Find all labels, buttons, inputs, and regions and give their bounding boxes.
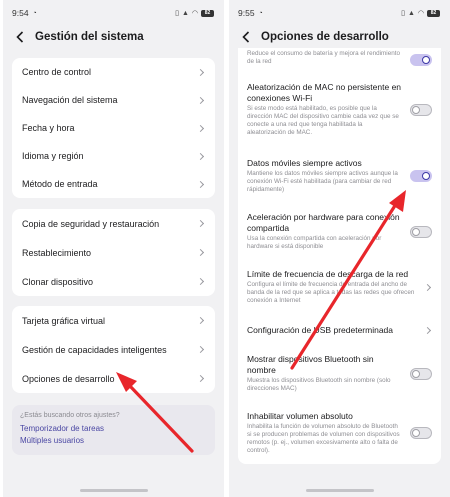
chevron-right-icon (196, 96, 205, 104)
toggle-switch[interactable] (410, 427, 432, 439)
chevron-right-icon (196, 374, 205, 383)
toggle-knob (412, 105, 420, 114)
chevron-right-icon (196, 345, 205, 354)
wifi-icon: ◠ (191, 10, 198, 17)
suggestion-question: ¿Estás buscando otros ajustes? (20, 412, 120, 419)
wifi-icon: ◔ (258, 9, 263, 17)
page-title: Gestión del sistema (35, 31, 144, 43)
home-indicator[interactable] (305, 489, 374, 492)
signal-icon: ▲ (407, 9, 415, 17)
left-phone-screen: 9:54 ◔ ▯ ▲ ◠ 82 Gestión del sistema Cent… (3, 0, 224, 497)
chevron-right-icon (196, 124, 205, 132)
settings-item-metodo-de-entrada[interactable]: Método de entrada (12, 170, 215, 198)
toggle-knob (422, 171, 430, 180)
setting-mac-randomization[interactable]: Aleatorización de MAC no persistente en … (238, 72, 441, 147)
settings-item-clonar-dispositivo[interactable]: Clonar dispositivo (12, 267, 215, 296)
wifi-icon: ◔ (32, 9, 37, 17)
settings-item-restablecimiento[interactable]: Restablecimiento (12, 238, 215, 267)
chevron-right-icon (196, 180, 205, 188)
vibrate-icon: ▯ (401, 10, 405, 17)
chevron-right-icon (196, 248, 205, 257)
developer-options-list: Reduce el consumo de batería y mejora el… (238, 48, 441, 464)
toggle-switch[interactable] (410, 225, 432, 238)
back-arrow-icon[interactable] (14, 30, 26, 44)
app-bar: Opciones de desarrollo (229, 26, 450, 48)
chevron-right-icon (423, 283, 432, 291)
chevron-right-icon (423, 326, 432, 334)
settings-item-gestion-de-capacidades[interactable]: Gestión de capacidades inteligentes (12, 335, 215, 364)
toggle-switch[interactable] (410, 54, 432, 66)
toggle-knob (412, 429, 420, 437)
wifi-icon: ◠ (417, 10, 424, 17)
setting-battery-network[interactable]: Reduce el consumo de batería y mejora el… (238, 48, 441, 72)
chevron-right-icon (196, 68, 205, 76)
status-time: 9:55 (238, 8, 255, 18)
settings-group-3: Tarjeta gráfica virtual Gestión de capac… (12, 306, 215, 393)
settings-item-opciones-de-desarrollo[interactable]: Opciones de desarrollo (12, 364, 215, 393)
toggle-switch[interactable] (410, 169, 432, 182)
settings-group-2: Copia de seguridad y restauración Restab… (12, 209, 215, 296)
setting-default-usb-configuration[interactable]: Configuración de USB predeterminada (238, 315, 441, 345)
settings-item-idioma-y-region[interactable]: Idioma y región (12, 142, 215, 170)
setting-mobile-data-always-active[interactable]: Datos móviles siempre activos Mantiene l… (238, 147, 441, 204)
page-title: Opciones de desarrollo (261, 31, 389, 43)
settings-item-copia-de-seguridad[interactable]: Copia de seguridad y restauración (12, 209, 215, 238)
chevron-right-icon (196, 316, 205, 325)
chevron-right-icon (196, 219, 205, 228)
battery-icon: 82 (427, 9, 440, 17)
suggestion-box: ¿Estás buscando otros ajustes? Temporiza… (12, 405, 215, 455)
chevron-right-icon (196, 277, 205, 286)
settings-item-tarjeta-grafica-virtual[interactable]: Tarjeta gráfica virtual (12, 306, 215, 335)
link-temporizador-de-tareas[interactable]: Temporizador de tareas (20, 423, 207, 435)
setting-hardware-tethering-acceleration[interactable]: Aceleración por hardware para conexión c… (238, 204, 441, 259)
settings-item-centro-de-control[interactable]: Centro de control (12, 58, 215, 86)
toggle-knob (412, 227, 420, 236)
settings-item-navegacion-del-sistema[interactable]: Navegación del sistema (12, 86, 215, 114)
setting-show-unnamed-bluetooth-devices[interactable]: Mostrar dispositivos Bluetooth sin nombr… (238, 345, 441, 402)
setting-network-download-rate-limit[interactable]: Límite de frecuencia de descarga de la r… (238, 259, 441, 315)
battery-icon: 82 (201, 9, 214, 17)
right-phone-screen: 9:55 ◔ ▯ ▲ ◠ 82 Opciones de desarrollo R… (229, 0, 450, 497)
app-bar: Gestión del sistema (3, 26, 224, 48)
signal-icon: ▲ (181, 9, 189, 17)
toggle-switch[interactable] (410, 103, 432, 116)
toggle-knob (412, 369, 420, 378)
status-bar: 9:55 ◔ ▯ ▲ ◠ 82 (229, 0, 450, 26)
settings-group-1: Centro de control Navegación del sistema… (12, 58, 215, 198)
chevron-right-icon (196, 152, 205, 160)
toggle-knob (422, 56, 430, 64)
setting-disable-absolute-volume[interactable]: Inhabilitar volumen absoluto Inhabilita … (238, 402, 441, 464)
vibrate-icon: ▯ (175, 10, 179, 17)
toggle-switch[interactable] (410, 367, 432, 380)
status-bar: 9:54 ◔ ▯ ▲ ◠ 82 (3, 0, 224, 26)
back-arrow-icon[interactable] (240, 30, 252, 44)
settings-item-fecha-y-hora[interactable]: Fecha y hora (12, 114, 215, 142)
link-multiples-usuarios[interactable]: Múltiples usuarios (20, 435, 207, 447)
home-indicator[interactable] (79, 489, 148, 492)
status-time: 9:54 (12, 8, 29, 18)
